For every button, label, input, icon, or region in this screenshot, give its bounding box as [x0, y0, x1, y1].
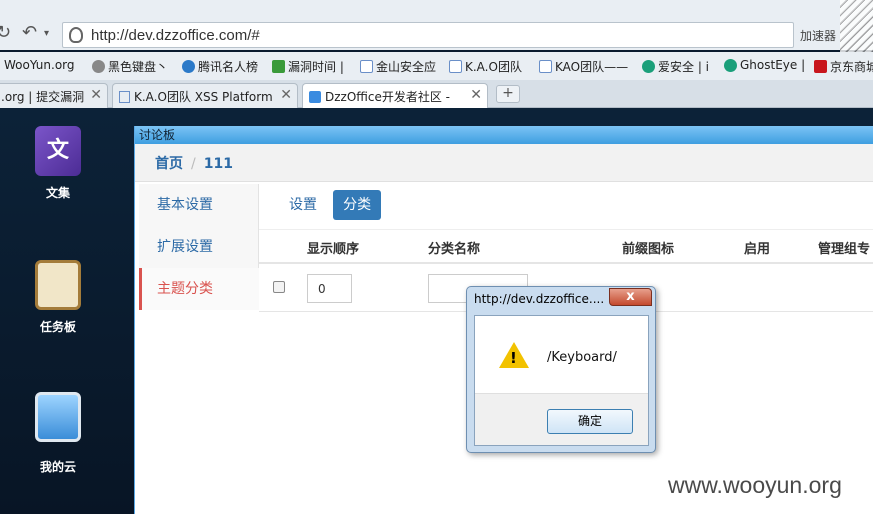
- close-icon[interactable]: ✕: [90, 87, 102, 103]
- tab-kao-xss[interactable]: K.A.O团队 XSS Platform ✕: [112, 83, 298, 108]
- order-input[interactable]: 0: [307, 274, 352, 303]
- gear-icon: [92, 60, 105, 73]
- watermark: www.wooyun.org: [668, 472, 842, 498]
- row-checkbox[interactable]: [273, 281, 285, 293]
- close-icon[interactable]: ✕: [470, 87, 482, 103]
- url-text: http://dev.dzzoffice.com/#: [91, 27, 260, 44]
- bookmark-label: 京东商城: [830, 60, 873, 74]
- bookmark-label: 腾讯名人榜: [198, 60, 259, 74]
- desktop-icon-mycloud[interactable]: 我的云: [16, 392, 100, 475]
- dzz-favicon-icon: [309, 91, 321, 103]
- breadcrumb-home[interactable]: 首页: [155, 156, 183, 172]
- bookmark-label: 漏洞时间 |: [288, 60, 344, 74]
- bookmark-label: GhostEye |: [740, 58, 806, 72]
- left-nav: 基本设置 扩展设置 主题分类: [139, 184, 259, 310]
- tab-dzzoffice[interactable]: DzzOffice开发者社区 - ✕: [302, 83, 488, 108]
- tab-strip: .org | 提交漏洞 ✕ K.A.O团队 XSS Platform ✕ Dzz…: [0, 80, 873, 108]
- nav-item-topic-categories[interactable]: 主题分类: [139, 268, 259, 310]
- tab-settings[interactable]: 设置: [279, 190, 327, 220]
- alert-dialog: http://dev.dzzoffice.... x ! /Keyboard/ …: [466, 286, 656, 453]
- close-icon[interactable]: ✕: [280, 87, 292, 103]
- bookmark-site-icon: [272, 60, 285, 73]
- desktop-icon-wenji[interactable]: 文 文集: [16, 126, 100, 201]
- bookmark-item[interactable]: 爱安全 | i: [642, 58, 709, 75]
- desktop-icon-taskboard[interactable]: 任务板: [16, 260, 100, 335]
- alert-footer: 确定: [475, 393, 648, 445]
- browser-toolbar: ↻ ↶ ▾ http://dev.dzzoffice.com/# 加速器: [0, 0, 873, 50]
- desktop-icon-label: 我的云: [39, 460, 76, 474]
- bookmark-item[interactable]: 腾讯名人榜: [182, 58, 258, 75]
- nav-item-extension-settings[interactable]: 扩展设置: [139, 226, 259, 268]
- tab-wooyun[interactable]: .org | 提交漏洞 ✕: [0, 83, 108, 108]
- bookmark-item[interactable]: K.A.O团队: [449, 58, 522, 75]
- history-dropdown-icon[interactable]: ▾: [44, 28, 49, 39]
- bookmark-item[interactable]: 漏洞时间 |: [272, 58, 344, 75]
- desktop-icon-label: 任务板: [39, 320, 76, 334]
- tab-categories[interactable]: 分类: [333, 190, 382, 220]
- bookmark-label: 黑色键盘丶: [108, 60, 169, 74]
- warning-icon-mark: !: [510, 349, 517, 367]
- bookmark-label: 爱安全 | i: [658, 60, 710, 74]
- desktop-icon-label: 文集: [45, 186, 70, 200]
- refresh-icon[interactable]: ↻: [0, 22, 11, 43]
- bookmark-label: KAO团队——: [555, 60, 629, 74]
- tencent-icon: [182, 60, 195, 73]
- book-icon: 文: [35, 126, 81, 176]
- note-icon: [35, 260, 81, 310]
- bookmark-item[interactable]: 金山安全应: [360, 58, 436, 75]
- col-prefix-icon: 前缀图标: [622, 242, 675, 257]
- breadcrumb-separator: /: [191, 156, 196, 172]
- bookmark-label: WooYun.org: [4, 58, 75, 72]
- tab-pills: 设置 分类: [259, 184, 873, 230]
- bookmark-label: 金山安全应: [376, 60, 437, 74]
- page-icon: [449, 60, 462, 73]
- bookmark-item[interactable]: 黑色键盘丶: [92, 58, 168, 75]
- nav-item-basic-settings[interactable]: 基本设置: [139, 184, 259, 226]
- table-header: 显示顺序 分类名称 前缀图标 启用 管理组专: [259, 230, 873, 264]
- window-title: 讨论板: [135, 126, 873, 144]
- page-icon: [539, 60, 552, 73]
- alert-body: ! /Keyboard/ 确定: [474, 315, 649, 446]
- jd-icon: [814, 60, 827, 73]
- close-button[interactable]: x: [609, 288, 652, 306]
- col-display-order: 显示顺序: [307, 242, 360, 257]
- address-bar[interactable]: http://dev.dzzoffice.com/#: [62, 22, 794, 48]
- breadcrumb: 首页 / 111: [135, 144, 873, 182]
- shield-icon: [69, 27, 83, 43]
- ghost-icon: [724, 58, 737, 72]
- alert-message: /Keyboard/: [547, 350, 617, 365]
- bookmarks-bar: WooYun.org 黑色键盘丶 腾讯名人榜 漏洞时间 | 金山安全应 K.A.…: [0, 52, 873, 80]
- bookmark-item[interactable]: WooYun.org: [4, 58, 75, 72]
- tab-label: DzzOffice开发者社区 -: [325, 90, 451, 104]
- bookmark-item[interactable]: 京东商城: [814, 58, 873, 75]
- col-category-name: 分类名称: [428, 242, 481, 257]
- tab-label: .org | 提交漏洞: [1, 90, 85, 104]
- ok-button[interactable]: 确定: [547, 409, 633, 434]
- cloud-icon: [35, 392, 81, 442]
- bookmark-label: K.A.O团队: [465, 60, 522, 74]
- col-enabled: 启用: [744, 242, 771, 257]
- tab-label: K.A.O团队 XSS Platform: [134, 90, 273, 104]
- page-icon: [119, 91, 130, 103]
- bookmark-item[interactable]: GhostEye |: [724, 58, 805, 72]
- page-icon: [360, 60, 373, 73]
- new-tab-button[interactable]: +: [496, 85, 520, 103]
- col-admin-only: 管理组专: [818, 242, 871, 257]
- bookmark-item[interactable]: KAO团队——: [539, 58, 628, 75]
- breadcrumb-current[interactable]: 111: [204, 156, 233, 172]
- alert-title: http://dev.dzzoffice....: [474, 292, 605, 306]
- accelerator-button[interactable]: 加速器: [800, 27, 836, 44]
- back-icon[interactable]: ↶: [22, 22, 37, 43]
- ghost-icon: [642, 60, 655, 73]
